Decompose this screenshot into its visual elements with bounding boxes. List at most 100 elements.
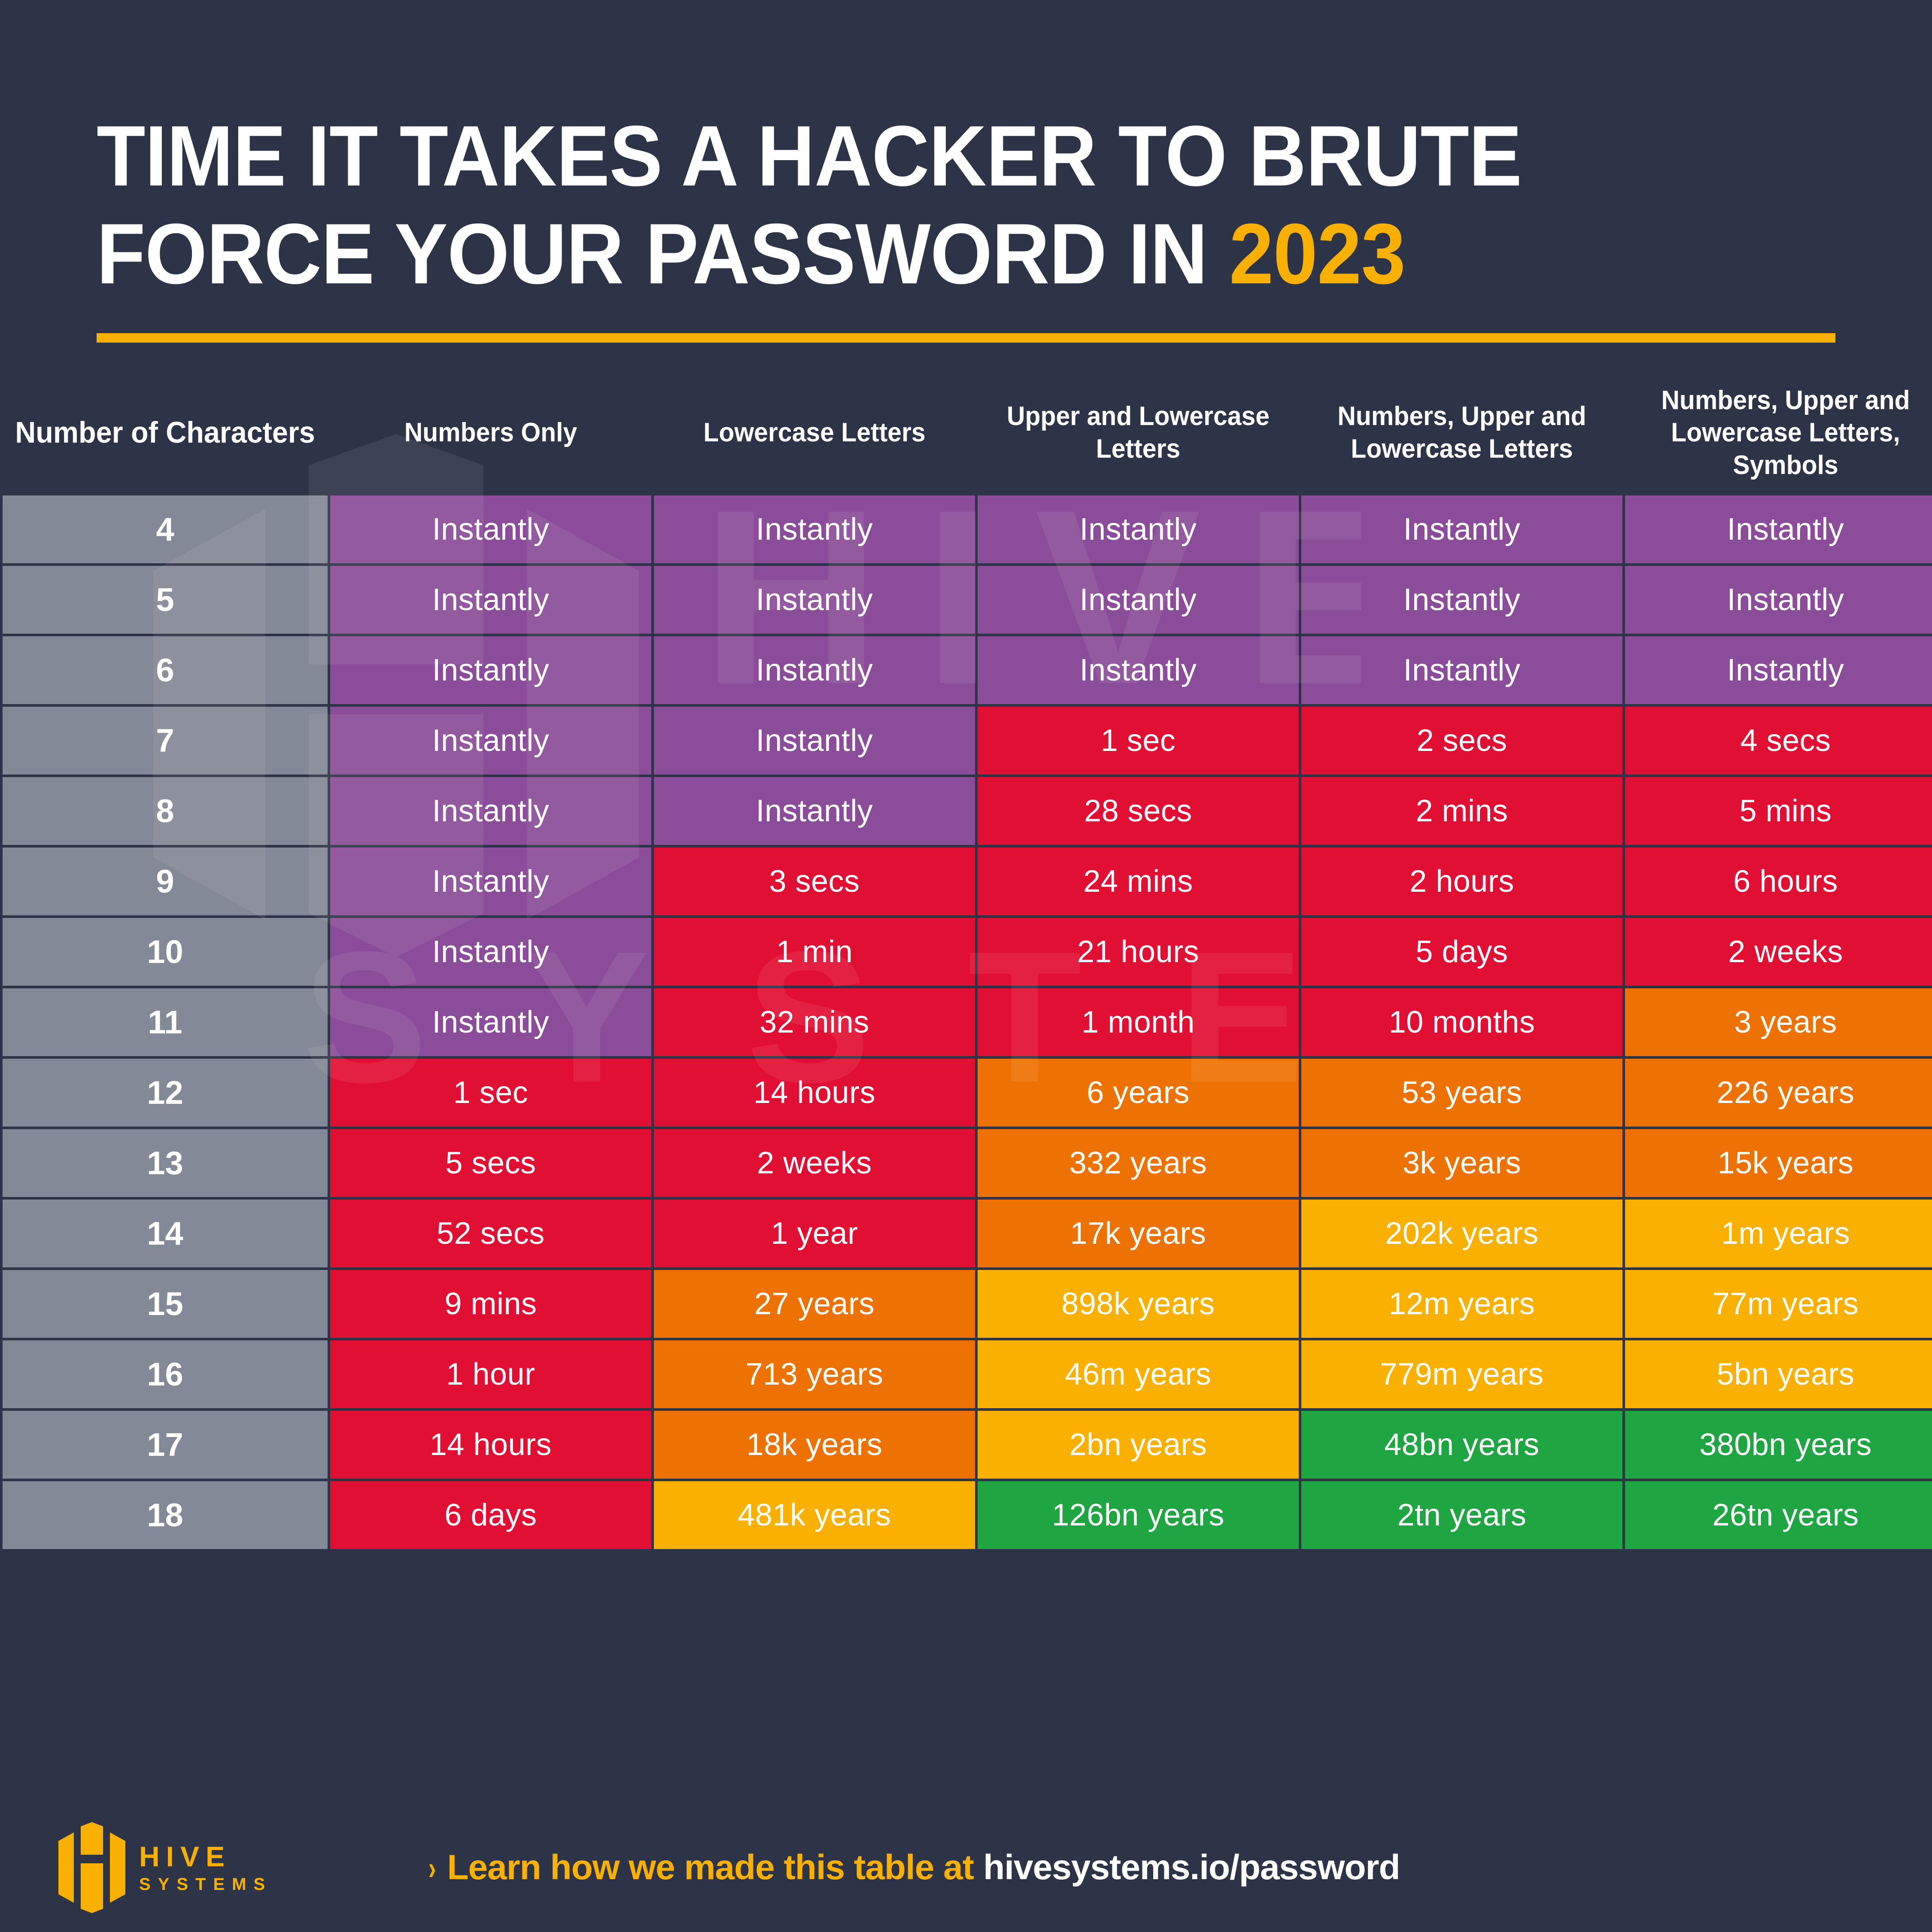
crack-time-cell: 5 mins [1625, 777, 1932, 845]
table-row: 13 5 secs 2 weeks 332 years 3k years 15k year… [3, 1129, 1932, 1197]
page-title: TIME IT TAKES A HACKER TO BRUTE FORCE YO… [97, 107, 1714, 303]
crack-time-cell: 52 secs [330, 1200, 651, 1267]
table-row: 16 1 hour 713 years 46m years 779m years 5bn … [3, 1340, 1932, 1408]
title-line-1: TIME IT TAKES A HACKER TO BRUTE [97, 108, 1522, 204]
table-row: 7 Instantly Instantly 1 sec 2 secs 4 secs [3, 707, 1932, 775]
table-row: 12 1 sec 14 hours 6 years 53 years 226 years [3, 1059, 1932, 1127]
column-header-number-of-characters: Number of Characters [15, 416, 315, 450]
crack-time-cell: 1 sec [330, 1059, 651, 1127]
title-year: 2023 [1229, 206, 1406, 302]
table-row: 6 Instantly Instantly Instantly Instantly Ins… [3, 636, 1932, 704]
crack-time-cell: 4 secs [1625, 707, 1932, 775]
crack-time-cell: Instantly [654, 495, 975, 563]
cta-label: Learn how we made this table at [447, 1848, 974, 1887]
row-header-character-count: 11 [3, 988, 328, 1056]
row-header-character-count: 14 [3, 1200, 328, 1267]
crack-time-cell: 2bn years [978, 1411, 1299, 1479]
crack-time-cell: Instantly [330, 707, 651, 775]
crack-time-cell: 2 mins [1301, 777, 1622, 845]
crack-time-cell: Instantly [1301, 566, 1622, 634]
row-header-character-count: 10 [3, 918, 328, 986]
crack-time-cell: 2 secs [1301, 707, 1622, 775]
accent-divider [97, 333, 1835, 343]
logo-wordmark: HIVE SYSTEMS [139, 1842, 272, 1893]
logo-systems-text: SYSTEMS [139, 1875, 273, 1894]
crack-time-cell: 2 weeks [1625, 918, 1932, 986]
crack-time-cell: Instantly [330, 636, 651, 704]
hive-systems-logo[interactable]: HIVE SYSTEMS [56, 1822, 272, 1913]
table-row: 5 Instantly Instantly Instantly Instantly Ins… [3, 566, 1932, 634]
crack-time-cell: Instantly [978, 636, 1299, 704]
row-header-character-count: 18 [3, 1481, 328, 1549]
table-row: 15 9 mins 27 years 898k years 12m years 77m y… [3, 1270, 1932, 1338]
crack-time-cell: 2 hours [1301, 848, 1622, 915]
row-header-character-count: 9 [3, 848, 328, 915]
table-row: 10 Instantly 1 min 21 hours 5 days 2 weeks [3, 918, 1932, 986]
crack-time-cell: 15k years [1625, 1129, 1932, 1197]
header-row: Number of Characters Numbers Only Lowerc… [3, 373, 1932, 493]
crack-time-cell: 226 years [1625, 1059, 1932, 1127]
column-header-upper-and-lowercase-letters: Upper and Lowercase Letters [1006, 401, 1270, 464]
crack-time-cell: 26tn years [1625, 1481, 1932, 1549]
table-row: 18 6 days 481k years 126bn years 2tn years 26… [3, 1481, 1932, 1549]
crack-time-cell: Instantly [654, 707, 975, 775]
learn-more-link[interactable]: › Learn how we made this table at hivesy… [427, 1847, 1400, 1888]
crack-time-cell: 17k years [978, 1200, 1299, 1267]
crack-time-cell: 3 years [1625, 988, 1932, 1056]
crack-time-cell: Instantly [330, 566, 651, 634]
crack-time-cell: 202k years [1301, 1200, 1622, 1267]
crack-time-cell: Instantly [330, 988, 651, 1056]
crack-time-cell: 14 hours [330, 1411, 651, 1479]
table-row: 14 52 secs 1 year 17k years 202k years 1m yea… [3, 1200, 1932, 1267]
crack-time-cell: 6 hours [1625, 848, 1932, 915]
hive-hexagon-h-icon [58, 1822, 125, 1913]
crack-time-cell: 380bn years [1625, 1411, 1932, 1479]
crack-time-cell: 5bn years [1625, 1340, 1932, 1408]
title-line-2: FORCE YOUR PASSWORD IN [97, 206, 1229, 302]
crack-time-cell: 9 mins [330, 1270, 651, 1338]
password-strength-table: Number of Characters Numbers Only Lowerc… [0, 370, 1932, 1552]
crack-time-cell: Instantly [654, 636, 975, 704]
crack-time-cell: Instantly [654, 566, 975, 634]
column-header-numbers-upper-and-lowercase-letters-symbols: Numbers, Upper and Lowercase Letters, Sy… [1661, 385, 1910, 480]
table-row: 9 Instantly 3 secs 24 mins 2 hours 6 hours [3, 848, 1932, 915]
row-header-character-count: 8 [3, 777, 328, 845]
crack-time-cell: 1 hour [330, 1340, 651, 1408]
crack-time-cell: Instantly [1301, 636, 1622, 704]
row-header-character-count: 6 [3, 636, 328, 704]
crack-time-cell: Instantly [1625, 566, 1932, 634]
crack-time-cell: 6 years [978, 1059, 1299, 1127]
table-body: 4 Instantly Instantly Instantly Instantly Ins… [3, 495, 1932, 1549]
infographic-root: TIME IT TAKES A HACKER TO BRUTE FORCE YO… [0, 0, 1932, 1932]
crack-time-cell: 5 days [1301, 918, 1622, 986]
crack-time-cell: 2 weeks [654, 1129, 975, 1197]
row-header-character-count: 15 [3, 1270, 328, 1338]
crack-time-cell: Instantly [654, 777, 975, 845]
crack-time-cell: 48bn years [1301, 1411, 1622, 1479]
crack-time-cell: 46m years [978, 1340, 1299, 1408]
crack-time-cell: 1 month [978, 988, 1299, 1056]
row-header-character-count: 7 [3, 707, 328, 775]
crack-time-cell: Instantly [330, 777, 651, 845]
crack-time-cell: 713 years [654, 1340, 975, 1408]
column-header-lowercase-letters: Lowercase Letters [703, 418, 926, 448]
table-row: 4 Instantly Instantly Instantly Instantly Ins… [3, 495, 1932, 563]
crack-time-cell: 53 years [1301, 1059, 1622, 1127]
cta-url: hivesystems.io/password [983, 1848, 1400, 1887]
crack-time-cell: Instantly [330, 495, 651, 563]
crack-time-cell: 1 year [654, 1200, 975, 1267]
column-header-numbers-only: Numbers Only [404, 418, 577, 448]
crack-time-cell: Instantly [1625, 495, 1932, 563]
crack-time-cell: 6 days [330, 1481, 651, 1549]
table-row: 17 14 hours 18k years 2bn years 48bn years 38… [3, 1411, 1932, 1479]
crack-time-cell: 32 mins [654, 988, 975, 1056]
crack-time-cell: 5 secs [330, 1129, 651, 1197]
crack-time-cell: 3 secs [654, 848, 975, 915]
crack-time-cell: 10 months [1301, 988, 1622, 1056]
table-row: 11 Instantly 32 mins 1 month 10 months 3 year… [3, 988, 1932, 1056]
table-head: Number of Characters Numbers Only Lowerc… [3, 373, 1932, 493]
crack-time-cell: 27 years [654, 1270, 975, 1338]
crack-time-cell: 24 mins [978, 848, 1299, 915]
row-header-character-count: 16 [3, 1340, 328, 1408]
crack-time-cell: 481k years [654, 1481, 975, 1549]
